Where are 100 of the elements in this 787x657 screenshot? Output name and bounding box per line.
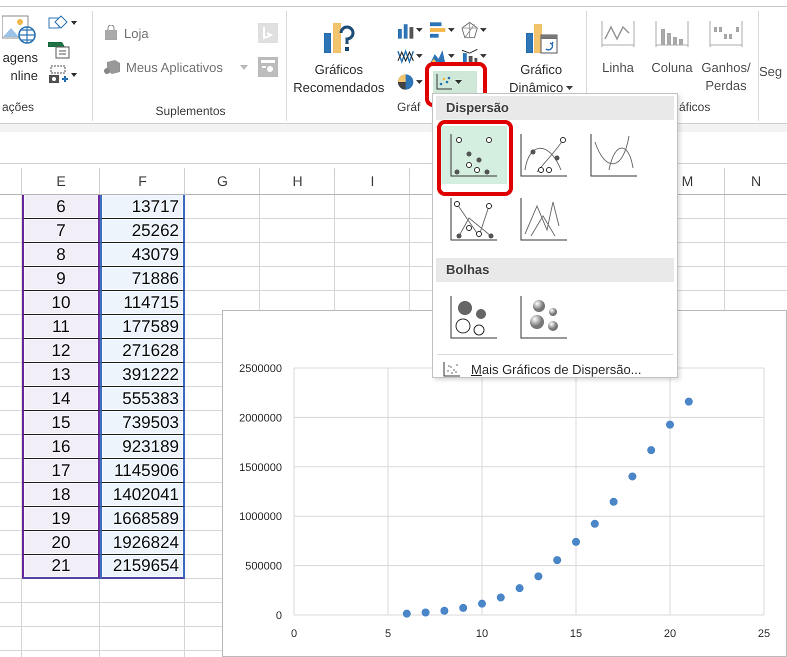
table-cell[interactable]: 2159654 — [100, 555, 185, 579]
caret-icon — [480, 54, 487, 58]
caret-icon — [448, 54, 455, 58]
caret-icon — [416, 80, 423, 84]
table-cell[interactable]: 9 — [22, 267, 100, 291]
axis-tick-label: 5 — [384, 628, 392, 640]
shopping-bag-icon — [103, 25, 119, 41]
axis-tick-label: 500000 — [245, 560, 282, 573]
table-cell[interactable]: 391222 — [100, 363, 185, 387]
table-cell[interactable]: 25262 — [100, 219, 185, 243]
menu-section-header: Dispersão — [436, 96, 674, 120]
win-loss-icon — [708, 19, 744, 49]
table-cell[interactable]: 1926824 — [100, 531, 185, 555]
axis-tick-label: 1000000 — [239, 511, 282, 524]
caret-icon — [416, 28, 423, 32]
axis-tick-label: 15 — [570, 628, 582, 640]
sparkline-button[interactable]: Ganhos/ Perdas — [701, 11, 751, 97]
chart-type-button[interactable] — [432, 71, 477, 93]
sparkline-column-icon — [654, 19, 690, 49]
menu-section-header: Bolhas — [436, 258, 674, 282]
column-header[interactable]: G — [185, 168, 260, 194]
more-scatter-charts-item[interactable]: Mais Gráficos de Dispersão... — [433, 355, 677, 385]
sparkline-button[interactable]: Linha — [593, 11, 643, 97]
table-cell[interactable]: 15 — [22, 411, 100, 435]
sparkline-button[interactable]: Coluna — [647, 11, 697, 97]
table-cell[interactable]: 6 — [22, 195, 100, 219]
table-cell[interactable]: 43079 — [100, 243, 185, 267]
table-cell[interactable]: 19 — [22, 507, 100, 531]
axis-tick-label: 2500000 — [239, 363, 282, 375]
sparkline-line-icon — [600, 19, 636, 49]
table-cell[interactable]: 17 — [22, 459, 100, 483]
column-header[interactable]: F — [100, 168, 185, 194]
table-cell[interactable]: 14 — [22, 387, 100, 411]
bubble-chart-icon — [449, 294, 499, 340]
smartart-icon[interactable] — [48, 39, 72, 59]
table-cell[interactable]: 1668589 — [100, 507, 185, 531]
table-cell[interactable]: 177589 — [100, 315, 185, 339]
column-header[interactable]: H — [260, 168, 335, 194]
table-cell[interactable]: 271628 — [100, 339, 185, 363]
caret-icon — [480, 28, 487, 32]
caret-icon — [240, 64, 248, 70]
smooth-lines-markers-icon — [519, 132, 569, 178]
chart-question-icon — [322, 21, 356, 55]
radar-chart-icon — [460, 21, 478, 39]
table-cell[interactable]: 11 — [22, 315, 100, 339]
table-cell[interactable]: 18 — [22, 483, 100, 507]
pivot-chart-icon — [524, 21, 558, 55]
table-cell[interactable]: 71886 — [100, 267, 185, 291]
table-cell[interactable]: 739503 — [100, 411, 185, 435]
combo-chart-icon — [460, 47, 478, 65]
group-label: ações — [1, 99, 36, 116]
scatter-markers-icon — [449, 132, 499, 178]
scatter-dots-icon — [443, 361, 461, 377]
axis-tick-label: 0 — [290, 628, 298, 640]
table-cell[interactable]: 13 — [22, 363, 100, 387]
apps-icon — [103, 59, 121, 75]
axis-tick-label: 20 — [664, 628, 676, 640]
table-cell[interactable]: 7 — [22, 219, 100, 243]
axis-tick-label: 1500000 — [239, 462, 282, 474]
caret-icon — [448, 28, 455, 32]
table-cell[interactable]: 923189 — [100, 435, 185, 459]
caret-icon — [416, 54, 423, 58]
table-cell[interactable]: 21 — [22, 555, 100, 579]
slicer-button[interactable]: Seg — [759, 11, 782, 97]
column-header[interactable]: E — [22, 168, 100, 194]
recommended-charts-button[interactable]: Gráficos Recomendados — [289, 11, 389, 97]
table-cell[interactable]: 8 — [22, 243, 100, 267]
table-cell[interactable]: 10 — [22, 291, 100, 315]
axis-tick-label: 2000000 — [239, 412, 282, 424]
table-cell[interactable]: 20 — [22, 531, 100, 555]
table-cell[interactable]: 114715 — [100, 291, 185, 315]
table-cell[interactable]: 1402041 — [100, 483, 185, 507]
table-cell[interactable]: 1145906 — [100, 459, 185, 483]
column-header[interactable]: I — [335, 168, 410, 194]
online-pictures-button[interactable]: agens nline — [0, 11, 38, 97]
axis-tick-label: 0 — [276, 610, 282, 622]
screenshot-icon[interactable] — [48, 65, 78, 85]
column-chart-icon — [396, 21, 414, 39]
table-cell[interactable]: 13717 — [100, 195, 185, 219]
caret-icon — [454, 80, 462, 84]
table-cell[interactable]: 555383 — [100, 387, 185, 411]
scatter-chart-icon — [434, 73, 453, 91]
group-label: Gráf — [397, 100, 420, 114]
straight-lines-icon — [519, 196, 569, 242]
bubble-3d-icon — [519, 294, 569, 340]
my-apps-button[interactable]: Meus Aplicativos — [103, 59, 248, 75]
pie-chart-icon — [396, 73, 414, 91]
column-header[interactable]: N — [725, 168, 787, 194]
line-chart-icon — [396, 47, 414, 65]
group-label: Suplementos — [154, 103, 227, 120]
table-cell[interactable]: 16 — [22, 435, 100, 459]
straight-lines-markers-icon — [449, 196, 499, 242]
bar-chart-icon — [428, 21, 446, 39]
store-button[interactable]: Loja — [103, 25, 149, 41]
table-cell[interactable]: 12 — [22, 339, 100, 363]
axis-tick-label: 10 — [476, 628, 488, 640]
chart-option-button[interactable] — [441, 126, 507, 184]
axis-tick-label: 25 — [758, 628, 770, 640]
group-label: áficos — [679, 100, 710, 114]
caret-icon — [566, 86, 574, 90]
